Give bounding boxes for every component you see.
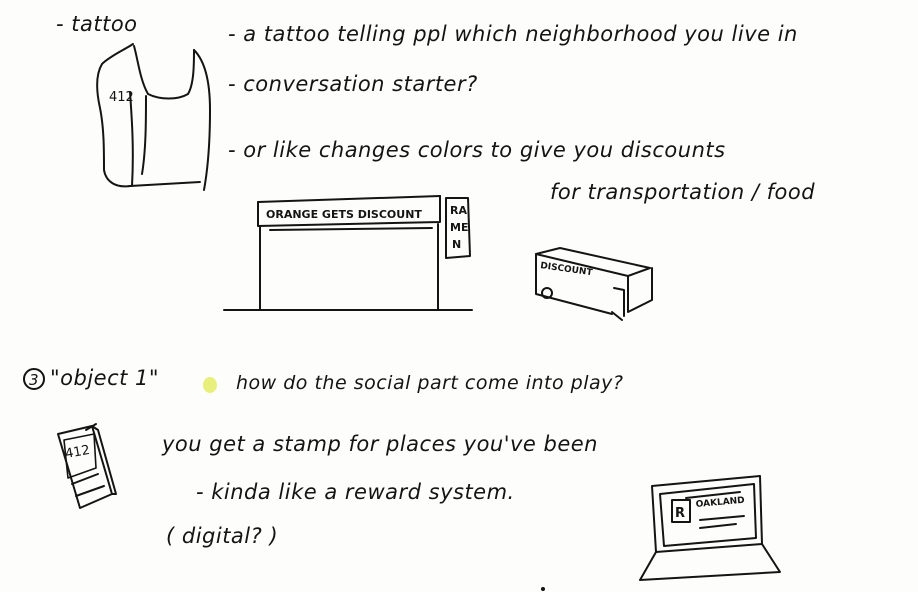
tattoo-note-2: - conversation starter? [228,72,478,96]
ramen-sign-line-1: RA [450,204,467,217]
booklet-sketch [57,423,117,509]
tattoo-note-3: - or like changes colors to give you dis… [228,138,726,162]
tattoo-note-4: for transportation / food [550,180,816,204]
card-letter: R [675,506,685,521]
ramen-sign-line-2: ME [450,221,468,234]
ink-dot [541,587,545,591]
social-question: how do the social part come into play? [236,372,624,394]
tattoo-heading: - tattoo [56,12,138,36]
highlight-mark [203,377,217,393]
tattoo-note-1: - a tattoo telling ppl which neighborhoo… [228,22,798,46]
ramen-sign-line-3: N [452,238,461,251]
object-note-2: - kinda like a reward system. [196,480,515,504]
object-heading: "object 1" [50,366,160,390]
person-arm-sketch [96,43,211,191]
storefront-sign-label: ORANGE GETS DISCOUNT [266,208,422,221]
card-oakland-label: OAKLAND [695,496,745,510]
booklet-label: 412 [64,443,91,462]
object-note-1: you get a stamp for places you've been [162,432,598,456]
bus-discount-label: DISCOUNT [540,261,594,278]
laptop-sketch [639,475,781,581]
object-note-3: ( digital? ) [166,524,279,548]
arm-tattoo-label: 412 [109,90,134,105]
section-number: 3 [29,371,39,389]
bus-sketch [535,247,653,321]
